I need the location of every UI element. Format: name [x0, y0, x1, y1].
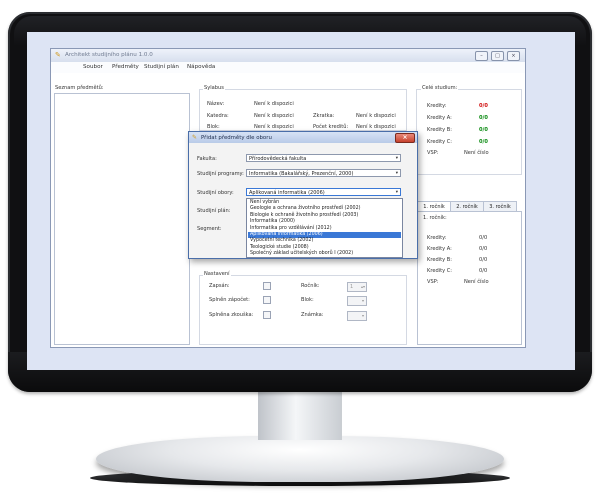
- cs-vsp-label: VSP:: [427, 150, 439, 156]
- rocnik-title: 1. ročník:: [423, 215, 447, 221]
- sylabus-title: Sylabus: [203, 85, 225, 91]
- dialog-pencil-icon: ✎: [192, 134, 198, 141]
- zapsan-label: Zapsán:: [209, 283, 230, 289]
- blok-setting-label: Blok:: [301, 297, 314, 303]
- nazev-label: Název:: [207, 101, 225, 107]
- programy-value: Informatika (Bakalářský, Prezenční, 2000…: [249, 171, 354, 177]
- cele-studium-title: Celé studium:: [421, 85, 459, 91]
- dialog-title: Přidat předměty dle oboru: [201, 135, 272, 141]
- nazev-value: Není k dispozici: [254, 101, 294, 107]
- chevron-down-icon: ▾: [395, 190, 398, 195]
- obory-dropdown-list: Není vybrán Geologie a ochrana životního…: [246, 198, 403, 258]
- zkratka-label: Zkratka:: [313, 113, 335, 119]
- cs-kredity-value: 0/0: [479, 103, 488, 109]
- obory-value: Aplikovaná informatika (2006): [249, 190, 325, 196]
- r-vsp-label: VSP:: [427, 279, 439, 285]
- blok-label: Blok:: [207, 124, 220, 130]
- stepper-arrows-icon: ▴▾: [360, 284, 365, 289]
- nastaveni-title: Nastavení: [203, 271, 231, 277]
- menu-napoveda[interactable]: Nápověda: [187, 64, 215, 70]
- add-subjects-dialog: ✎ Přidat předměty dle oboru × Fakulta: P…: [188, 131, 418, 259]
- dialog-close-button[interactable]: ×: [395, 133, 415, 143]
- subjects-list-label: Seznam předmětů:: [55, 85, 104, 91]
- cs-kredity-c-value: 0/0: [479, 139, 488, 145]
- katedra-label: Katedra:: [207, 113, 229, 119]
- obory-option[interactable]: Společný základ učitelských oborů I (200…: [248, 251, 401, 257]
- window-title: Architekt studijního plánu 1.0.0: [65, 52, 153, 58]
- app-pencil-icon: ✎: [55, 51, 61, 59]
- zapocet-label: Splněn zápočet:: [209, 297, 250, 303]
- menu-predmety[interactable]: Předměty: [112, 64, 139, 70]
- r-kredity-c-value: 0/0: [479, 268, 488, 274]
- r-kredity-b-label: Kredity B:: [427, 257, 452, 263]
- zkouska-label: Splněna zkouška:: [209, 312, 254, 318]
- cs-kredity-b-value: 0/0: [479, 127, 488, 133]
- menu-soubor[interactable]: Soubor: [83, 64, 103, 70]
- fakulta-select[interactable]: Přírodovědecká fakulta ▾: [246, 154, 401, 162]
- zapsan-checkbox[interactable]: [263, 282, 271, 290]
- monitor-stand-neck: [258, 392, 342, 440]
- segment-label: Segment:: [197, 226, 222, 232]
- zkouska-checkbox[interactable]: [263, 311, 271, 319]
- fakulta-value: Přírodovědecká fakulta: [249, 156, 307, 162]
- app-window: ✎ Architekt studijního plánu 1.0.0 – □ ×…: [50, 48, 526, 348]
- chevron-down-icon: ▾: [361, 298, 364, 303]
- obory-select[interactable]: Aplikovaná informatika (2006) ▾: [246, 188, 401, 196]
- chevron-down-icon: ▾: [361, 313, 364, 318]
- fakulta-label: Fakulta:: [197, 156, 217, 162]
- pocet-kreditu-value: Není k dispozici: [356, 124, 396, 130]
- r-kredity-a-label: Kredity A:: [427, 246, 452, 252]
- blok-value: Není k dispozici: [254, 124, 294, 130]
- chevron-down-icon: ▾: [395, 156, 398, 161]
- katedra-value: Není k dispozici: [254, 113, 294, 119]
- maximize-button[interactable]: □: [491, 51, 504, 61]
- cs-kredity-b-label: Kredity B:: [427, 127, 452, 133]
- obory-label: Studijní obory:: [197, 190, 234, 196]
- close-button[interactable]: ×: [507, 51, 520, 61]
- r-kredity-value: 0/0: [479, 235, 488, 241]
- programy-select[interactable]: Informatika (Bakalářský, Prezenční, 2000…: [246, 169, 401, 177]
- cs-kredity-label: Kredity:: [427, 103, 447, 109]
- znamka-label: Známka:: [301, 312, 324, 318]
- title-bar: ✎ Architekt studijního plánu 1.0.0 – □ ×: [51, 49, 525, 62]
- rocnik-stepper[interactable]: 1 ▴▾: [347, 282, 367, 292]
- znamka-select[interactable]: ▾: [347, 311, 367, 321]
- minimize-button[interactable]: –: [475, 51, 488, 61]
- rocnik-label: Ročník:: [301, 283, 320, 289]
- rocnik-tab-panel: [417, 211, 522, 345]
- rocnik-stepper-value: 1: [350, 284, 354, 290]
- menu-studijni-plan[interactable]: Studijní plán: [144, 64, 179, 70]
- blok-select[interactable]: ▾: [347, 296, 367, 306]
- zkratka-value: Není k dispozici: [356, 113, 396, 119]
- cs-vsp-value: Není číslo: [464, 150, 489, 156]
- dialog-title-bar: ✎ Přidat předměty dle oboru ×: [189, 132, 417, 143]
- cs-kredity-c-label: Kredity C:: [427, 139, 453, 145]
- programy-label: Studijní programy:: [197, 171, 244, 177]
- cs-kredity-a-label: Kredity A:: [427, 115, 452, 121]
- r-vsp-value: Není číslo: [464, 279, 489, 285]
- zapocet-checkbox[interactable]: [263, 296, 271, 304]
- plan-label: Studijní plán:: [197, 208, 231, 214]
- subjects-list[interactable]: [54, 93, 190, 345]
- cs-kredity-a-value: 0/0: [479, 115, 488, 121]
- r-kredity-c-label: Kredity C:: [427, 268, 453, 274]
- r-kredity-label: Kredity:: [427, 235, 447, 241]
- monitor-stand-base: [96, 436, 504, 482]
- pocet-kreditu-label: Počet kreditů:: [313, 124, 349, 130]
- chevron-down-icon: ▾: [395, 171, 398, 176]
- r-kredity-a-value: 0/0: [479, 246, 488, 252]
- r-kredity-b-value: 0/0: [479, 257, 488, 263]
